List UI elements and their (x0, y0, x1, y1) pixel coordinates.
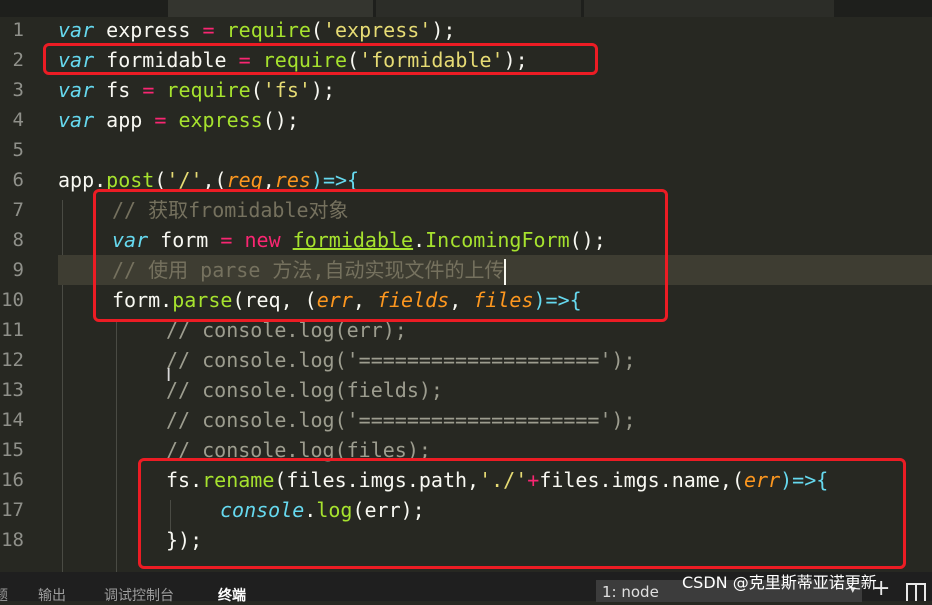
code-punct: ( (310, 18, 323, 42)
code-keyword: var (58, 18, 95, 42)
annotation-box (93, 189, 668, 322)
line-number: 13 (1, 379, 24, 401)
code-punct: ); (431, 18, 456, 42)
line-number: 6 (12, 169, 24, 191)
line-number: 12 (1, 349, 24, 371)
code-line[interactable]: // console.log('===================='); (166, 405, 636, 435)
watermark: CSDN @克里斯蒂亚诺更新 (682, 573, 877, 592)
code-identifier: app (106, 108, 143, 132)
code-line[interactable]: var app = express(); (58, 105, 299, 135)
line-number: 17 (1, 499, 24, 521)
code-function: express (178, 108, 263, 132)
tab-debug-console[interactable]: 调试控制台 (104, 585, 174, 605)
code-punct: ( (250, 78, 263, 102)
line-number: 1 (12, 19, 24, 41)
annotation-box (43, 43, 598, 75)
split-terminal-icon[interactable] (906, 583, 926, 601)
code-punct: (); (262, 108, 299, 132)
line-number: 2 (12, 49, 24, 71)
line-number: 14 (1, 409, 24, 431)
code-line[interactable]: var fs = require('fs'); (58, 75, 335, 105)
code-keyword: var (58, 78, 95, 102)
code-line[interactable]: // console.log('===================='); (166, 345, 636, 375)
code-comment: // console.log('===================='); (166, 408, 636, 432)
code-keyword: var (58, 108, 95, 132)
code-line[interactable]: // console.log(fields); (166, 375, 443, 405)
line-number: 7 (12, 199, 24, 221)
code-operator: = (142, 78, 155, 102)
line-number: 11 (1, 319, 24, 341)
line-number: 8 (12, 229, 24, 251)
code-comment: // console.log(fields); (166, 378, 443, 402)
code-function: require (166, 78, 251, 102)
code-punct: ); (310, 78, 336, 102)
code-identifier: fs (106, 78, 131, 102)
code-line[interactable]: var express = require('express'); (58, 15, 455, 45)
code-comment: // console.log('===================='); (166, 348, 636, 372)
line-number: 5 (12, 139, 24, 161)
code-string: 'fs' (262, 78, 311, 102)
tab-terminal[interactable]: 终端 (218, 585, 246, 605)
line-number: 15 (1, 439, 24, 461)
tab-problems[interactable]: 题 (0, 585, 8, 605)
line-number: 16 (1, 469, 24, 491)
line-number: 4 (12, 109, 24, 131)
code-string: 'express' (322, 18, 432, 42)
line-number: 10 (1, 289, 24, 311)
line-number: 9 (12, 259, 24, 281)
line-number: 3 (12, 79, 24, 101)
code-identifier: app (58, 168, 95, 192)
code-identifier: express (106, 18, 191, 42)
annotation-box (138, 458, 906, 569)
tab-output[interactable]: 输出 (38, 585, 66, 605)
code-operator: = (202, 18, 215, 42)
line-number: 18 (1, 529, 24, 551)
terminal-selector-label: 1: node (602, 583, 659, 601)
code-operator: = (154, 108, 167, 132)
text-cursor-icon: I (166, 365, 172, 386)
code-function: require (226, 18, 311, 42)
